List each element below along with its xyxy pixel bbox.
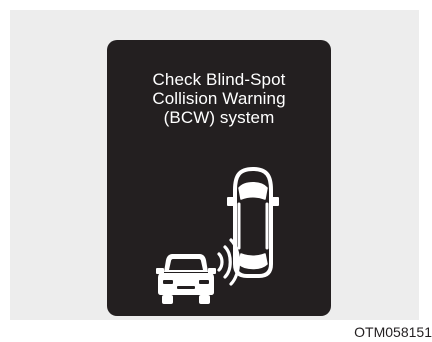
bcw-illustration <box>156 167 279 304</box>
cluster-warning-display: Check Blind-Spot Collision Warning (BCW)… <box>107 40 331 316</box>
car-front-view-icon <box>156 254 216 304</box>
page: Check Blind-Spot Collision Warning (BCW)… <box>0 0 432 342</box>
figure-code-caption: OTM058151 <box>354 324 432 340</box>
car-rear-view-icon <box>227 167 279 278</box>
